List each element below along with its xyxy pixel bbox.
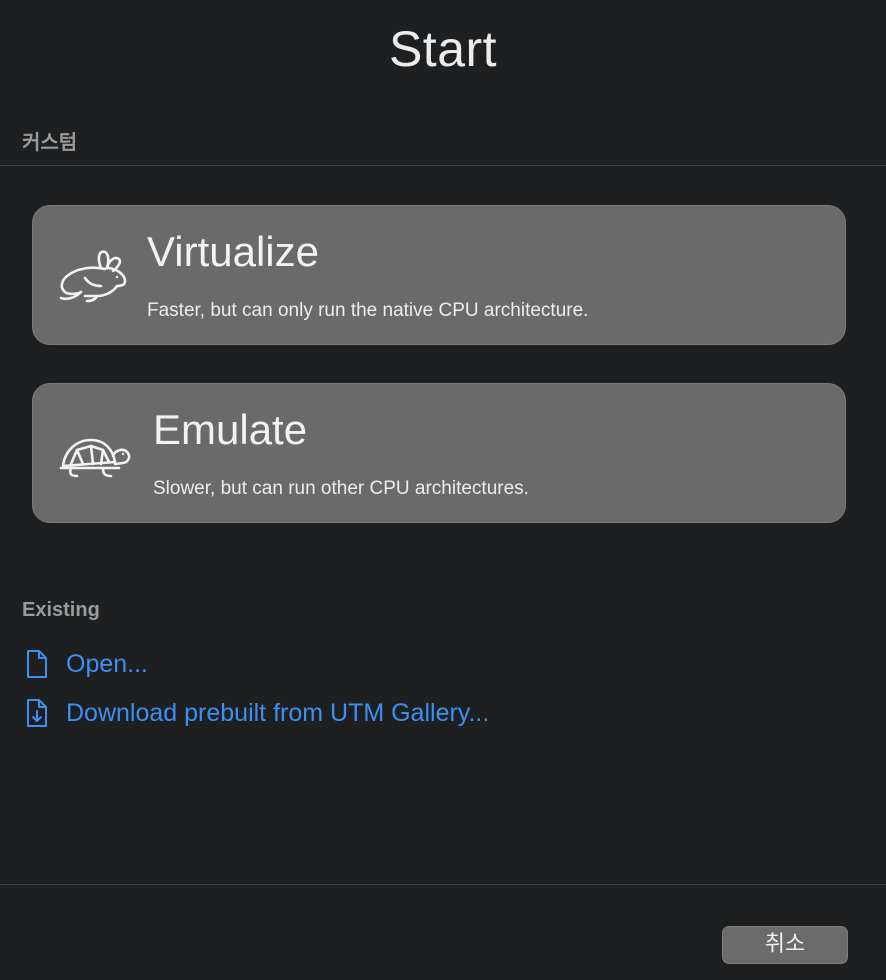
- rabbit-icon: [59, 250, 127, 303]
- document-download-icon: [27, 699, 47, 727]
- download-gallery-link[interactable]: Download prebuilt from UTM Gallery...: [22, 695, 489, 731]
- emulate-description: Slower, but can run other CPU architectu…: [153, 478, 529, 499]
- page-title: Start: [388, 21, 498, 77]
- virtualize-description: Faster, but can only run the native CPU …: [147, 300, 589, 321]
- cancel-button[interactable]: 취소: [722, 926, 848, 964]
- header-divider: [0, 165, 886, 166]
- open-link[interactable]: Open...: [22, 646, 148, 682]
- custom-section-label: 커스텀: [22, 132, 78, 154]
- virtualize-option-button[interactable]: Virtualize Faster, but can only run the …: [32, 205, 846, 345]
- emulate-title: Emulate: [153, 406, 308, 453]
- document-icon: [27, 650, 47, 678]
- emulate-option-button[interactable]: Emulate Slower, but can run other CPU ar…: [32, 383, 846, 523]
- download-gallery-label: Download prebuilt from UTM Gallery...: [66, 698, 490, 727]
- footer-divider: [0, 884, 886, 885]
- open-link-label: Open...: [66, 649, 148, 678]
- start-window: Start 커스텀 Virtualize Faster, but can onl…: [0, 0, 886, 980]
- existing-section-label: Existing: [22, 599, 100, 621]
- virtualize-title: Virtualize: [147, 228, 319, 275]
- turtle-icon: [59, 438, 131, 478]
